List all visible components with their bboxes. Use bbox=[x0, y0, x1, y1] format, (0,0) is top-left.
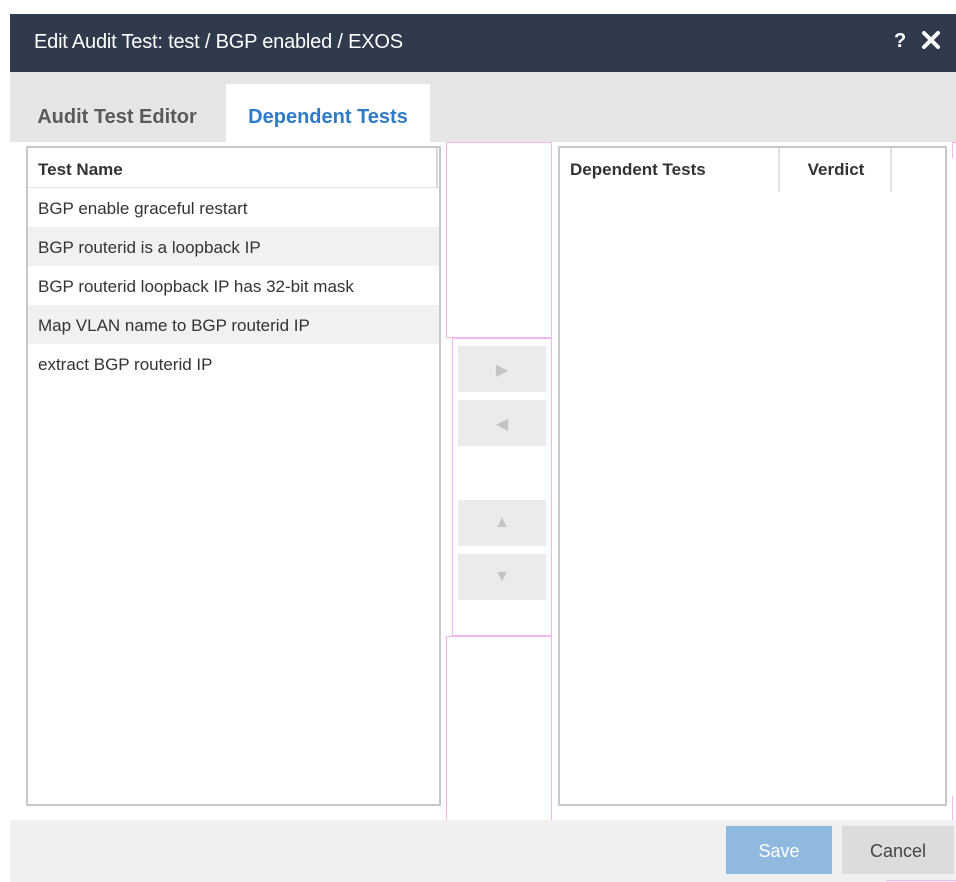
arrow-right-icon: ▶ bbox=[495, 362, 509, 379]
column-resize-handle[interactable] bbox=[436, 148, 438, 188]
list-item[interactable]: extract BGP routerid IP bbox=[28, 344, 439, 383]
tab-audit-test-editor[interactable]: Audit Test Editor bbox=[10, 84, 224, 142]
tab-dependent-tests[interactable]: Dependent Tests bbox=[226, 84, 430, 142]
remove-dependent-button[interactable]: ◀ bbox=[458, 400, 546, 446]
dialog-titlebar: Edit Audit Test: test / BGP enabled / EX… bbox=[10, 14, 956, 72]
list-item[interactable]: BGP routerid is a loopback IP bbox=[28, 227, 439, 266]
arrow-down-icon: ▼ bbox=[494, 568, 510, 585]
layout-guide bbox=[446, 142, 552, 338]
dependent-tests-content: Test Name BGP enable graceful restart BG… bbox=[10, 142, 956, 826]
column-header-verdict[interactable]: Verdict bbox=[780, 160, 892, 180]
add-dependent-button[interactable]: ▶ bbox=[458, 346, 546, 392]
layout-guide bbox=[952, 142, 956, 158]
list-item[interactable]: Map VLAN name to BGP routerid IP bbox=[28, 305, 439, 344]
list-item[interactable]: BGP enable graceful restart bbox=[28, 188, 439, 227]
move-up-button[interactable]: ▲ bbox=[458, 500, 546, 546]
dependent-tests-table: Dependent Tests Verdict bbox=[558, 146, 947, 806]
dialog-title: Edit Audit Test: test / BGP enabled / EX… bbox=[34, 31, 403, 53]
move-down-button[interactable]: ▼ bbox=[458, 554, 546, 600]
layout-guide bbox=[446, 636, 552, 826]
layout-guide bbox=[952, 796, 956, 822]
help-icon[interactable]: ? bbox=[894, 30, 906, 53]
tab-strip: Audit Test Editor Dependent Tests bbox=[10, 72, 956, 142]
cancel-button[interactable]: Cancel bbox=[842, 826, 954, 874]
column-header-test-name[interactable]: Test Name bbox=[38, 160, 123, 179]
arrow-up-icon: ▲ bbox=[494, 514, 510, 531]
arrow-left-icon: ◀ bbox=[495, 416, 509, 433]
save-button[interactable]: Save bbox=[726, 826, 832, 874]
table-header: Test Name bbox=[28, 148, 439, 188]
dialog-footer: Save Cancel bbox=[10, 820, 956, 882]
table-header: Dependent Tests Verdict bbox=[560, 148, 945, 192]
column-header-dependent-tests[interactable]: Dependent Tests bbox=[570, 160, 706, 180]
close-icon[interactable] bbox=[920, 29, 942, 51]
edit-audit-test-dialog: Edit Audit Test: test / BGP enabled / EX… bbox=[10, 14, 956, 882]
transfer-controls: ▶ ◀ ▲ ▼ bbox=[446, 142, 552, 826]
available-tests-table: Test Name BGP enable graceful restart BG… bbox=[26, 146, 441, 806]
column-resize-handle[interactable] bbox=[890, 148, 892, 192]
list-item[interactable]: BGP routerid loopback IP has 32-bit mask bbox=[28, 266, 439, 305]
